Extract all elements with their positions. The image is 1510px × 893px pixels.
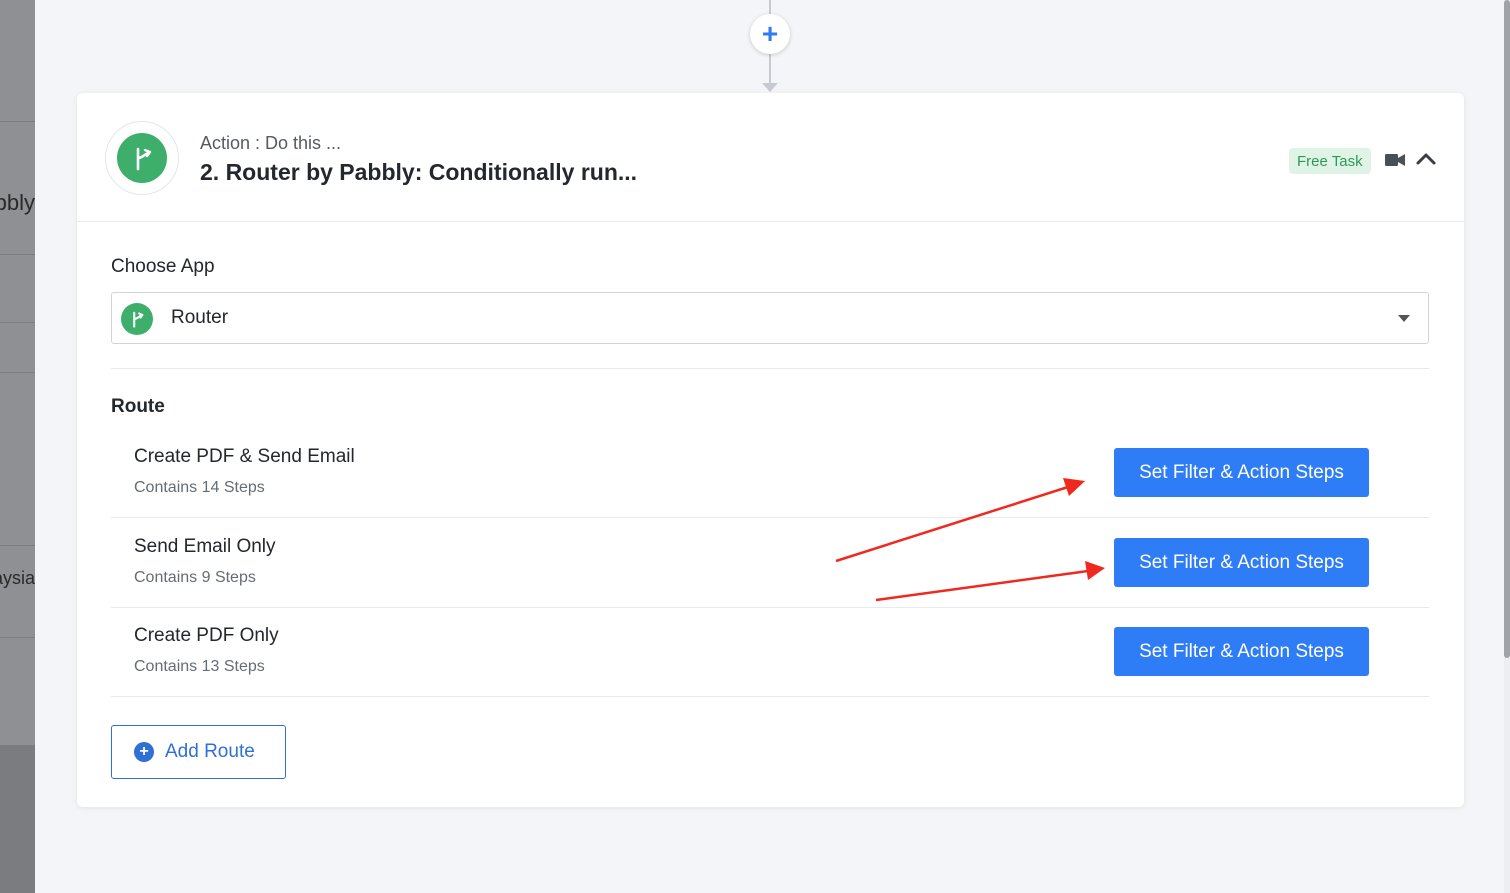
connector-arrow-icon (762, 83, 778, 92)
card-header[interactable]: Action : Do this ... 2. Router by Pabbly… (77, 93, 1464, 222)
choose-app-select[interactable]: Router (111, 292, 1429, 344)
add-step-button[interactable]: + (750, 14, 790, 54)
route-step-count: Contains 13 Steps (134, 658, 265, 675)
set-filter-action-steps-button[interactable]: Set Filter & Action Steps (1114, 627, 1369, 676)
route-item: Create PDF Only Contains 13 Steps Set Fi… (111, 608, 1429, 697)
step-type-label: Action : Do this ... (200, 133, 342, 153)
background-block (0, 638, 35, 746)
background-block (0, 546, 35, 638)
selected-app-value: Router (171, 307, 229, 328)
divider (111, 368, 1429, 369)
router-icon (117, 133, 167, 183)
route-step-count: Contains 9 Steps (134, 569, 256, 586)
background-label: bbly (0, 190, 35, 215)
route-step-count: Contains 14 Steps (134, 479, 265, 496)
plus-circle-icon: + (134, 742, 154, 762)
background-label: aysia (0, 568, 35, 588)
choose-app-label: Choose App (111, 256, 215, 277)
route-name: Create PDF Only (134, 625, 279, 646)
background-block (0, 0, 35, 122)
video-icon[interactable] (1385, 153, 1405, 167)
free-task-badge: Free Task (1289, 148, 1371, 174)
plus-icon: + (761, 18, 779, 49)
route-section-label: Route (111, 396, 165, 417)
background-block (0, 122, 35, 255)
background-block (0, 373, 35, 546)
background-panel: bbly aysia (0, 0, 35, 893)
app-badge (105, 121, 179, 195)
router-icon (121, 303, 153, 335)
step-title: 2. Router by Pabbly: Conditionally run..… (200, 159, 638, 185)
set-filter-action-steps-button[interactable]: Set Filter & Action Steps (1114, 448, 1369, 497)
router-step-card: Action : Do this ... 2. Router by Pabbly… (77, 93, 1464, 807)
background-block (0, 323, 35, 373)
add-route-button[interactable]: + Add Route (111, 725, 286, 779)
chevron-down-icon (1398, 315, 1410, 322)
route-item: Send Email Only Contains 9 Steps Set Fil… (111, 519, 1429, 608)
add-route-label: Add Route (165, 741, 255, 762)
route-item: Create PDF & Send Email Contains 14 Step… (111, 429, 1429, 518)
background-block (0, 746, 35, 893)
scrollbar-track[interactable] (1504, 0, 1510, 893)
route-name: Create PDF & Send Email (134, 446, 355, 467)
background-block (0, 255, 35, 323)
set-filter-action-steps-button[interactable]: Set Filter & Action Steps (1114, 538, 1369, 587)
route-name: Send Email Only (134, 536, 276, 557)
chevron-up-icon[interactable] (1415, 150, 1437, 166)
scrollbar-thumb[interactable] (1504, 0, 1510, 658)
